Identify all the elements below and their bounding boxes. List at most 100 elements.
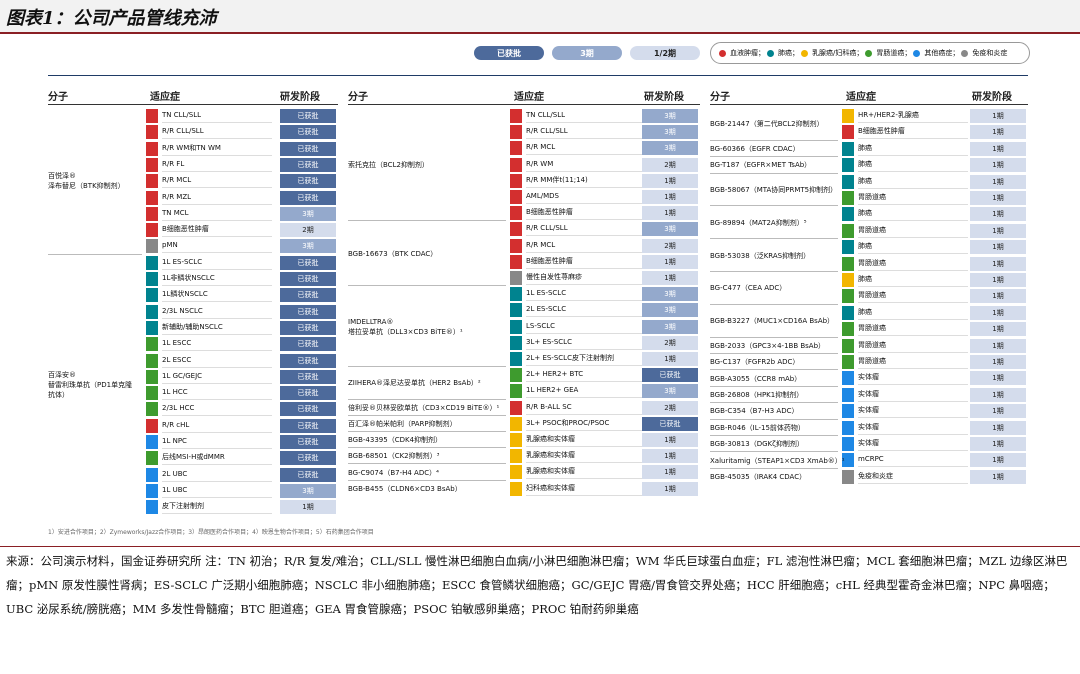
- therapy-area-marker: [510, 481, 522, 496]
- header-indication: 适应症: [514, 92, 544, 103]
- therapy-area-marker: [146, 272, 158, 286]
- therapy-area-marker: [510, 416, 522, 431]
- legend-dot-icon: [719, 49, 726, 57]
- therapy-area-marker: [510, 335, 522, 350]
- legend-dot-icon: [865, 49, 873, 57]
- indication-label: 实体瘤: [858, 370, 968, 386]
- stage-badge: 1期: [642, 433, 698, 447]
- header-indication: 适应症: [846, 92, 876, 103]
- stage-badge: 已获批: [280, 190, 336, 205]
- stage-badge: 3期: [642, 125, 698, 140]
- therapy-area-marker: [510, 287, 522, 302]
- molecule-separator: [710, 172, 838, 174]
- page-title: 图表1：公司产品管线充沛: [6, 8, 217, 29]
- molecule-name: Xaluritamig（STEAP1×CD3 XmAb®）¹: [710, 456, 845, 465]
- therapy-area-marker: [146, 418, 158, 433]
- indication-label: 肺癌: [858, 272, 968, 287]
- therapy-area-marker: [146, 467, 158, 482]
- stage-badge: 2期: [280, 223, 336, 238]
- stage-badge: 已获批: [280, 255, 336, 270]
- pipeline-row: R/R CLL/SLL 已获批: [48, 124, 338, 140]
- molecule-name: BG-60366（EGFR CDAC）: [710, 145, 800, 153]
- pipeline-row: B细胞恶性肿瘤 1期: [348, 205, 700, 221]
- pipeline-row: B细胞恶性肿瘤 2期: [48, 222, 338, 238]
- molecule-name: BGB-30813（DGKζ抑制剂）: [710, 440, 804, 449]
- therapy-area-marker: [842, 404, 854, 419]
- indication-label: 胃肠道癌: [858, 354, 968, 369]
- molecule-separator: [710, 238, 838, 240]
- stage-badge: 1期: [970, 141, 1026, 156]
- therapy-area-marker: [146, 255, 158, 270]
- therapy-area-marker: [842, 371, 854, 386]
- stage-badge: 1期: [970, 191, 1026, 205]
- therapy-area-marker: [146, 483, 158, 498]
- pipeline-row: 2L ES-SCLC 3期: [348, 302, 700, 318]
- indication-label: 1L HCC: [162, 385, 272, 401]
- stage-legend-ph12: 1/2期: [630, 46, 700, 60]
- indication-label: 胃肠道癌: [858, 338, 968, 353]
- therapy-area-marker: [510, 352, 522, 366]
- therapy-area-marker: [146, 141, 158, 156]
- legend-label: 其他癌症；: [924, 49, 960, 57]
- stage-badge: 1期: [642, 271, 698, 285]
- indication-label: 实体瘤: [858, 387, 968, 402]
- therapy-area-marker: [842, 355, 854, 369]
- stage-badge: 1期: [970, 223, 1026, 238]
- pipeline-row: TN CLL/SLL 3期: [348, 108, 700, 123]
- molecule-name: BGB-R046（IL-15前体药物）: [710, 423, 805, 432]
- pipeline-row: 2L ESCC 已获批: [48, 353, 338, 368]
- molecule-separator: [348, 398, 506, 400]
- pipeline-row: 慢性自发性荨麻疹 1期: [348, 270, 700, 285]
- indication-label: 1L NPC: [162, 434, 272, 449]
- source-note: 来源：公司演示材料，国金证券研究所 注：TN 初治；R/R 复发/难治；CLL/…: [6, 554, 1068, 616]
- stage-badge: 已获批: [280, 402, 336, 417]
- indication-label: 2/3L HCC: [162, 401, 272, 417]
- therapy-area-marker: [842, 125, 854, 140]
- stage-badge: 2期: [642, 157, 698, 172]
- therapy-area-marker: [842, 223, 854, 238]
- stage-badge: 1期: [970, 174, 1026, 189]
- pipeline-row: R/R WM和TN WM 已获批: [48, 141, 338, 156]
- therapy-area-marker: [842, 174, 854, 189]
- therapy-area-marker: [146, 223, 158, 238]
- stage-badge: 1期: [970, 322, 1026, 337]
- molecule-separator: [710, 385, 838, 387]
- indication-label: 2L UBC: [162, 467, 272, 482]
- indication-label: R/R MCL: [162, 173, 272, 189]
- pipeline-row: R/R FL 已获批: [48, 157, 338, 172]
- pipeline-row: R/R MCL 3期: [348, 140, 700, 156]
- therapy-area-marker: [146, 288, 158, 303]
- stage-badge: 1期: [970, 207, 1026, 222]
- indication-label: 1L ES-SCLC: [162, 255, 272, 270]
- molecule-separator: [710, 271, 838, 272]
- pipeline-row: 1L ESCC 已获批: [48, 336, 338, 352]
- therapy-area-marker: [510, 384, 522, 399]
- legend-dot-icon: [913, 49, 921, 57]
- stage-badge: 已获批: [280, 320, 336, 335]
- pipeline-row: 1L ES-SCLC 已获批: [48, 255, 338, 270]
- molecule-separator: [710, 303, 838, 305]
- stage-badge: 1期: [642, 352, 698, 366]
- stage-badge: 3期: [280, 206, 336, 221]
- molecule-name: BG-C477（CEA ADC）: [710, 284, 787, 293]
- therapy-area-marker: [510, 157, 522, 172]
- therapy-area-marker: [146, 109, 158, 123]
- header-stage: 研发阶段: [280, 92, 320, 103]
- therapy-area-marker: [146, 402, 158, 417]
- source-rule: [0, 546, 1080, 547]
- indication-label: R/R cHL: [162, 418, 272, 433]
- indication-label: 免疫和炎症: [858, 469, 968, 484]
- stage-badge: 1期: [970, 109, 1026, 123]
- therapy-area-marker: [510, 206, 522, 221]
- indication-label: B细胞恶性肿瘤: [858, 124, 968, 140]
- stage-badge: 已获批: [280, 125, 336, 140]
- pipeline-row: TN MCL 3期: [48, 206, 338, 221]
- stage-badge: 1期: [970, 404, 1026, 419]
- molecule-separator: [710, 418, 838, 420]
- molecule-name: ZIIHERA®泽尼达妥单抗（HER2 BsAb）²: [348, 379, 481, 388]
- indication-label: 肺癌: [858, 305, 968, 320]
- header-underline: [348, 104, 700, 105]
- header-molecule: 分子: [48, 92, 68, 103]
- stage-badge: 已获批: [280, 386, 336, 401]
- indication-label: HR+/HER2-乳腺癌: [858, 108, 968, 123]
